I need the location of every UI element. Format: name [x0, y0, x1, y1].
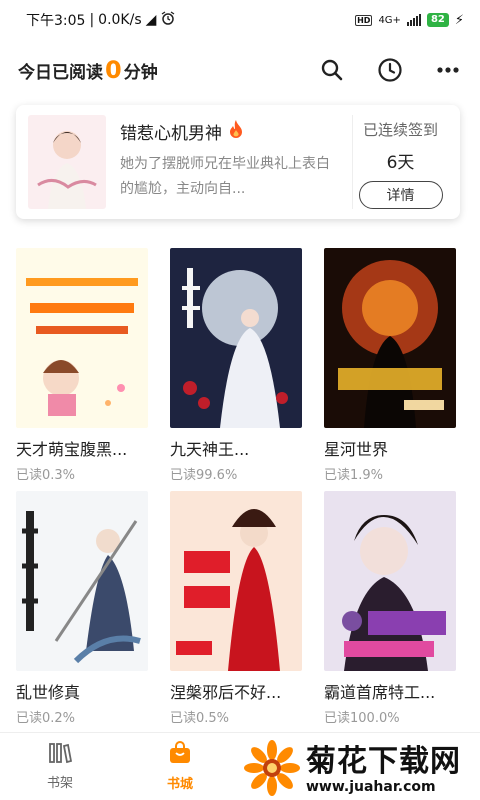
today-reading-summary: 今日已阅读 0 分钟 [18, 56, 158, 84]
watermark-main: 菊花下载网 [306, 744, 461, 779]
fire-icon [228, 119, 244, 144]
book-progress: 已读100.0% [324, 711, 400, 726]
tab-bookshelf[interactable]: 书架 [0, 733, 120, 800]
book-cover[interactable] [16, 248, 148, 428]
more-dots-icon[interactable] [434, 56, 462, 84]
book-item[interactable]: 星河世界 已读1.9% [324, 248, 458, 483]
book-item[interactable]: 涅槃邪后不好... 已读0.5% [170, 491, 304, 726]
recent-book-cover[interactable] [28, 115, 106, 209]
history-clock-icon[interactable] [376, 56, 404, 84]
search-icon[interactable] [318, 56, 346, 84]
book-title: 乱世修真 [16, 683, 81, 702]
book-cover[interactable] [170, 491, 302, 671]
status-right: HD 4G+ 82 ⚡ [355, 13, 464, 28]
book-progress: 已读0.2% [16, 711, 76, 726]
book-cover[interactable] [16, 491, 148, 671]
battery-level: 82 [426, 13, 449, 27]
book-cover[interactable] [324, 248, 456, 428]
book-title: 星河世界 [324, 440, 389, 459]
recent-book-description: 她为了摆脱师兄在毕业典礼上表白的尴尬，主动向自... [120, 156, 330, 197]
status-speed: 0.0K/s [98, 12, 142, 28]
hd-badge: HD [355, 14, 373, 26]
chrysanthemum-logo-icon [244, 740, 300, 800]
book-title: 涅槃邪后不好... [170, 683, 282, 702]
book-item[interactable]: 九天神王... 已读99.6% [170, 248, 304, 483]
book-progress: 已读1.9% [324, 468, 384, 483]
network-type: 4G+ [378, 14, 401, 26]
check-in-panel: 已连续签到 6天 详情 [352, 115, 448, 209]
shopping-bag-icon [168, 741, 192, 769]
reading-prefix: 今日已阅读 [18, 63, 103, 83]
book-cover[interactable] [170, 248, 302, 428]
book-progress: 已读99.6% [170, 468, 238, 483]
book-progress: 已读0.3% [16, 468, 76, 483]
alarm-icon [160, 10, 176, 30]
status-time: 下午3:05 [26, 13, 86, 29]
cell-signal-icon [406, 14, 421, 26]
book-item[interactable]: 天才萌宝腹黑... 已读0.3% [16, 248, 150, 483]
watermark-text: 菊花下载网 www.juahar.com [306, 744, 461, 796]
charging-bolt-icon: ⚡ [454, 12, 464, 28]
book-item[interactable]: 霸道首席特工... 已读100.0% [324, 491, 458, 726]
status-separator: | [89, 12, 95, 28]
signal-triangle-icon: ◢ [145, 12, 157, 28]
bookshelf-icon [48, 742, 73, 768]
bookshelf-grid: 天才萌宝腹黑... 已读0.3% 九天神王... 已读99.6% 星河世界 已读… [16, 248, 464, 726]
book-title: 天才萌宝腹黑... [16, 440, 128, 459]
reading-suffix: 分钟 [123, 63, 158, 83]
top-header: 今日已阅读 0 分钟 [0, 40, 480, 100]
book-cover[interactable] [324, 491, 456, 671]
recent-book-card[interactable]: 错惹心机男神 她为了摆脱师兄在毕业典礼上表白的尴尬，主动向自... 已连续签到 … [16, 105, 460, 219]
recent-book-title: 错惹心机男神 [120, 124, 222, 144]
book-title: 九天神王... [170, 440, 250, 459]
reading-minutes: 0 [105, 56, 122, 84]
book-item[interactable]: 乱世修真 已读0.2% [16, 491, 150, 726]
status-left: 下午3:05 | 0.0K/s ◢ [26, 10, 176, 30]
tab-bookshelf-label: 书架 [46, 776, 73, 791]
book-title: 霸道首席特工... [324, 683, 436, 702]
recent-book-title-row: 错惹心机男神 [120, 119, 340, 144]
site-watermark: 菊花下载网 www.juahar.com [244, 740, 474, 800]
book-progress: 已读0.5% [170, 711, 230, 726]
recent-book-info: 错惹心机男神 她为了摆脱师兄在毕业典礼上表白的尴尬，主动向自... [106, 115, 352, 209]
tab-bookstore-label: 书城 [166, 777, 193, 792]
streak-label: 已连续签到 [362, 121, 438, 139]
detail-button[interactable]: 详情 [358, 181, 443, 209]
status-bar: 下午3:05 | 0.0K/s ◢ HD 4G+ 82 ⚡ [0, 0, 480, 40]
streak-days: 6天 [386, 153, 415, 173]
watermark-url: www.juahar.com [306, 779, 436, 795]
header-actions [318, 56, 462, 84]
tab-bookstore[interactable]: 书城 [120, 733, 240, 800]
